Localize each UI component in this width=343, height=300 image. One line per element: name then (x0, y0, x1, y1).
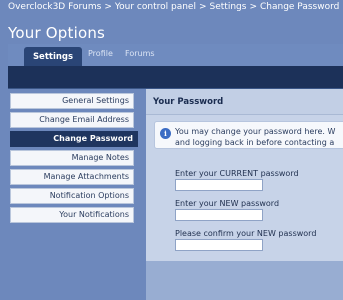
sidebar-item-change-email[interactable]: Change Email Address (10, 112, 134, 128)
sidebar-item-manage-attachments[interactable]: Manage Attachments (10, 169, 134, 185)
sidebar-item-notification-options[interactable]: Notification Options (10, 188, 134, 204)
tab-profile[interactable]: Profile (88, 49, 113, 58)
options-tabs: Settings Profile Forums (8, 44, 343, 67)
sidebar-item-general-settings[interactable]: General Settings (10, 93, 134, 109)
sidebar-item-manage-notes[interactable]: Manage Notes (10, 150, 134, 166)
password-panel: Your Password i You may change your pass… (146, 89, 343, 300)
breadcrumb-separator: > (104, 2, 112, 12)
tab-settings[interactable]: Settings (24, 47, 82, 67)
section-header: Your Password (146, 89, 343, 115)
tab-forums[interactable]: Forums (125, 49, 155, 58)
breadcrumb-settings-link[interactable]: Settings (210, 2, 247, 12)
settings-sidebar: General Settings Change Email Address Ch… (10, 93, 138, 226)
new-password-label: Enter your NEW password (175, 199, 280, 208)
info-text-line-2: and logging back in before contacting a (175, 138, 335, 147)
current-password-label: Enter your CURRENT password (175, 169, 299, 178)
current-password-field[interactable] (175, 179, 263, 191)
breadcrumb: Overclock3D Forums > Your control panel > Se… (0, 0, 343, 14)
new-password-field[interactable] (175, 209, 263, 221)
confirm-password-field[interactable] (175, 239, 263, 251)
info-text-line-1: You may change your password here. W (175, 127, 336, 136)
breadcrumb-control-panel-link[interactable]: Your control panel (115, 2, 196, 12)
info-text: You may change your password here. W and… (175, 126, 343, 148)
confirm-password-label: Please confirm your NEW password (175, 229, 317, 238)
sidebar-item-change-password[interactable]: Change Password (10, 131, 138, 147)
breadcrumb-forums-link[interactable]: Overclock3D Forums (8, 2, 101, 12)
info-icon: i (160, 128, 171, 139)
section-title: Your Password (153, 97, 224, 107)
breadcrumb-separator: > (198, 2, 207, 12)
sidebar-item-your-notifications[interactable]: Your Notifications (10, 207, 134, 223)
form-footer-band (146, 261, 343, 300)
breadcrumb-current: Change Password (259, 2, 340, 12)
info-message: i You may change your password here. W a… (154, 121, 343, 149)
tab-subbar (8, 66, 343, 89)
page-title: Your Options (8, 24, 106, 42)
breadcrumb-separator: > (249, 2, 257, 12)
